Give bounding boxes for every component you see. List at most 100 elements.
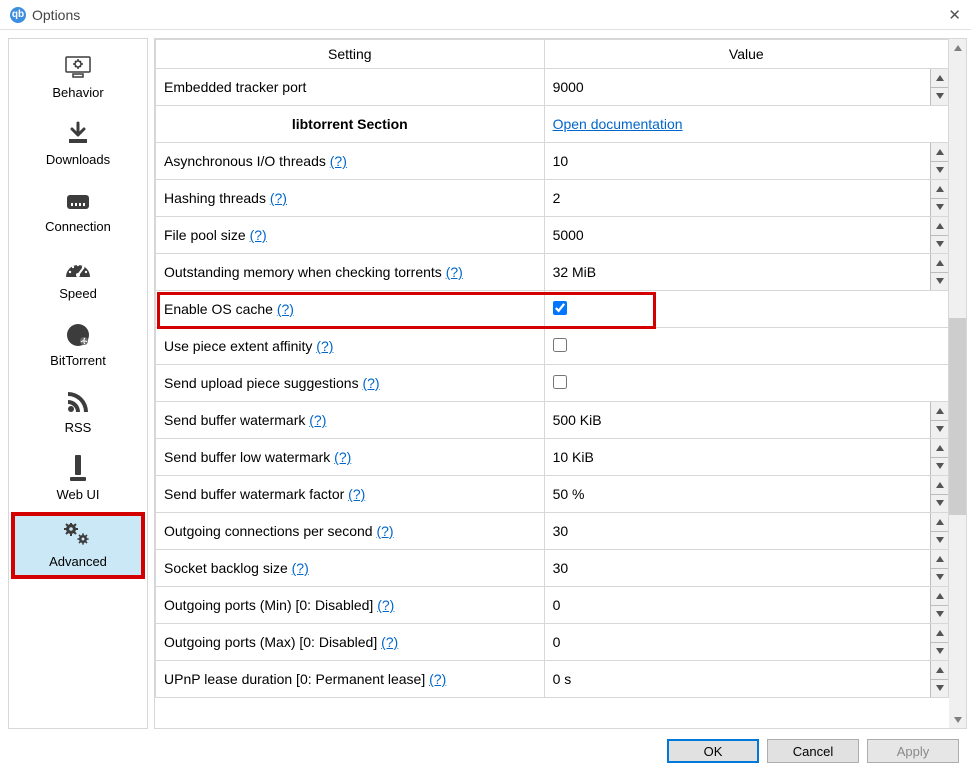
checkbox[interactable] xyxy=(553,301,567,315)
value-cell[interactable]: 10 KiB xyxy=(544,439,948,476)
value-cell[interactable]: 32 MiB xyxy=(544,254,948,291)
spinner[interactable] xyxy=(930,254,948,290)
spin-down-icon[interactable] xyxy=(931,458,948,476)
spin-down-icon[interactable] xyxy=(931,236,948,254)
spin-down-icon[interactable] xyxy=(931,273,948,291)
spin-up-icon[interactable] xyxy=(931,143,948,162)
checkbox[interactable] xyxy=(553,338,567,352)
sidebar-item-connection[interactable]: Connection xyxy=(13,179,143,242)
value-cell[interactable]: 2 xyxy=(544,180,948,217)
spin-up-icon[interactable] xyxy=(931,180,948,199)
scroll-thumb[interactable] xyxy=(949,318,966,515)
spin-up-icon[interactable] xyxy=(931,439,948,458)
scroll-down-icon[interactable] xyxy=(949,711,966,728)
sidebar-item-advanced[interactable]: Advanced xyxy=(13,514,143,577)
sidebar-item-label: Downloads xyxy=(46,152,110,167)
spin-up-icon[interactable] xyxy=(931,254,948,273)
spin-up-icon[interactable] xyxy=(931,624,948,643)
spin-down-icon[interactable] xyxy=(931,606,948,624)
spin-up-icon[interactable] xyxy=(931,587,948,606)
value-cell[interactable]: 50 % xyxy=(544,476,948,513)
spinner[interactable] xyxy=(930,661,948,697)
spin-down-icon[interactable] xyxy=(931,680,948,698)
setting-row: Embedded tracker port9000 xyxy=(156,69,949,106)
spinner[interactable] xyxy=(930,402,948,438)
spinner[interactable] xyxy=(930,624,948,660)
spinner[interactable] xyxy=(930,513,948,549)
help-link[interactable]: (?) xyxy=(348,486,365,502)
spinner[interactable] xyxy=(930,587,948,623)
value-cell[interactable]: 10 xyxy=(544,143,948,180)
header-value[interactable]: Value xyxy=(544,40,948,69)
help-link[interactable]: (?) xyxy=(270,190,287,206)
spinner[interactable] xyxy=(930,69,948,105)
spinner[interactable] xyxy=(930,143,948,179)
help-link[interactable]: (?) xyxy=(377,597,394,613)
header-setting[interactable]: Setting xyxy=(156,40,545,69)
spin-up-icon[interactable] xyxy=(931,513,948,532)
setting-label: Outgoing ports (Max) [0: Disabled] (?) xyxy=(156,624,545,661)
value-cell[interactable]: 9000 xyxy=(544,69,948,106)
help-link[interactable]: (?) xyxy=(277,301,294,317)
sidebar-item-speed[interactable]: Speed xyxy=(13,246,143,309)
help-link[interactable]: (?) xyxy=(376,523,393,539)
spinner[interactable] xyxy=(930,217,948,253)
sidebar-item-rss[interactable]: RSS xyxy=(13,380,143,443)
scroll-up-icon[interactable] xyxy=(949,39,966,56)
sidebar-item-bittorrent[interactable]: BitTorrent xyxy=(13,313,143,376)
scroll-track[interactable] xyxy=(949,56,966,711)
spinner[interactable] xyxy=(930,476,948,512)
spin-down-icon[interactable] xyxy=(931,88,948,106)
help-link[interactable]: (?) xyxy=(316,338,333,354)
sidebar-item-webui[interactable]: Web UI xyxy=(13,447,143,510)
value-cell[interactable]: 5000 xyxy=(544,217,948,254)
spin-up-icon[interactable] xyxy=(931,69,948,88)
spinner[interactable] xyxy=(930,180,948,216)
value-cell[interactable]: 0 xyxy=(544,624,948,661)
help-link[interactable]: (?) xyxy=(334,449,351,465)
vertical-scrollbar[interactable] xyxy=(949,39,966,728)
spin-down-icon[interactable] xyxy=(931,569,948,587)
close-button[interactable]: ✕ xyxy=(941,6,961,24)
ok-button[interactable]: OK xyxy=(667,739,759,763)
value-cell[interactable] xyxy=(544,291,948,328)
spinner[interactable] xyxy=(930,439,948,475)
help-link[interactable]: (?) xyxy=(330,153,347,169)
spin-down-icon[interactable] xyxy=(931,199,948,217)
help-link[interactable]: (?) xyxy=(362,375,379,391)
value-cell[interactable]: 0 xyxy=(544,587,948,624)
spinner[interactable] xyxy=(930,550,948,586)
spin-up-icon[interactable] xyxy=(931,217,948,236)
spin-down-icon[interactable] xyxy=(931,421,948,439)
options-window: qb Options ✕ BehaviorDownloadsConnection… xyxy=(0,0,971,773)
section-label: libtorrent Section xyxy=(156,106,545,143)
help-link[interactable]: (?) xyxy=(381,634,398,650)
value-cell[interactable]: 30 xyxy=(544,513,948,550)
value-text: 0 xyxy=(553,597,561,613)
spin-down-icon[interactable] xyxy=(931,532,948,550)
spin-down-icon[interactable] xyxy=(931,495,948,513)
sidebar-item-behavior[interactable]: Behavior xyxy=(13,45,143,108)
value-cell[interactable]: 0 s xyxy=(544,661,948,698)
help-link[interactable]: (?) xyxy=(429,671,446,687)
spin-up-icon[interactable] xyxy=(931,550,948,569)
spin-down-icon[interactable] xyxy=(931,162,948,180)
cancel-button[interactable]: Cancel xyxy=(767,739,859,763)
spin-up-icon[interactable] xyxy=(931,661,948,680)
sidebar-item-downloads[interactable]: Downloads xyxy=(13,112,143,175)
spin-up-icon[interactable] xyxy=(931,476,948,495)
help-link[interactable]: (?) xyxy=(292,560,309,576)
value-cell[interactable] xyxy=(544,328,948,365)
spin-down-icon[interactable] xyxy=(931,643,948,661)
value-cell[interactable] xyxy=(544,365,948,402)
help-link[interactable]: (?) xyxy=(309,412,326,428)
value-cell[interactable]: 500 KiB xyxy=(544,402,948,439)
help-link[interactable]: (?) xyxy=(250,227,267,243)
checkbox[interactable] xyxy=(553,375,567,389)
open-documentation-link[interactable]: Open documentation xyxy=(553,116,683,132)
value-cell[interactable]: 30 xyxy=(544,550,948,587)
apply-button[interactable]: Apply xyxy=(867,739,959,763)
setting-row: Outgoing ports (Max) [0: Disabled] (?)0 xyxy=(156,624,949,661)
help-link[interactable]: (?) xyxy=(446,264,463,280)
spin-up-icon[interactable] xyxy=(931,402,948,421)
